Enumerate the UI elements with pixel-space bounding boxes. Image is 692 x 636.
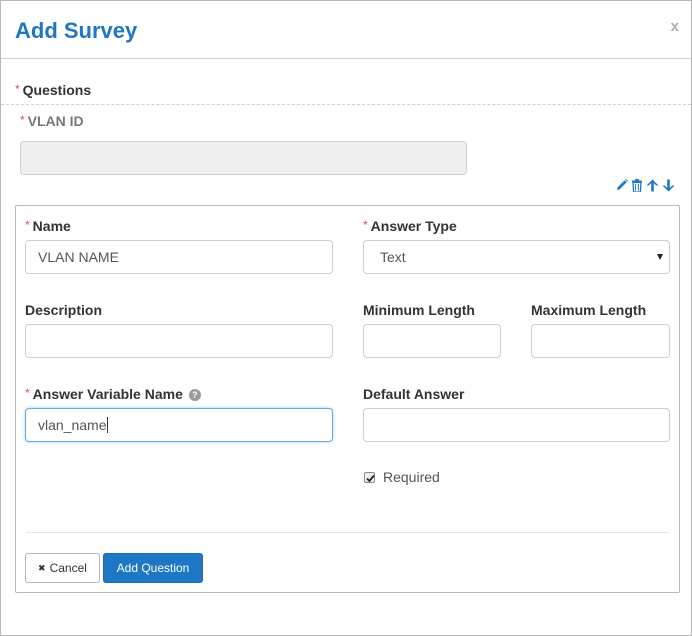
existing-question-preview-input: [20, 141, 467, 175]
panel-divider: [26, 532, 669, 533]
answer-type-select[interactable]: Text: [363, 240, 670, 274]
required-star: *: [15, 82, 20, 96]
existing-question-name: VLAN ID: [27, 113, 84, 129]
add-question-button-label: Add Question: [116, 561, 190, 575]
add-question-button[interactable]: Add Question: [103, 553, 203, 583]
caret-down-icon: [657, 254, 663, 260]
description-input[interactable]: [25, 324, 333, 358]
checkmark-icon: [366, 474, 375, 483]
answer-type-label-text: Answer Type: [370, 218, 457, 234]
answer-variable-name-value: vlan_name: [38, 417, 107, 433]
answer-variable-name-input[interactable]: vlan_name: [25, 408, 333, 442]
close-button[interactable]: x: [671, 18, 679, 35]
questions-label: Questions: [22, 82, 92, 98]
name-label: * Name: [25, 218, 71, 234]
required-star: *: [25, 386, 30, 400]
text-cursor: [106, 417, 108, 433]
help-icon[interactable]: ?: [188, 389, 201, 401]
answer-type-label: * Answer Type: [363, 218, 457, 234]
name-label-text: Name: [32, 218, 71, 234]
default-answer-input[interactable]: [363, 408, 670, 442]
default-answer-label: Default Answer: [363, 386, 465, 402]
section-divider: [1, 104, 691, 105]
required-checkbox[interactable]: [364, 472, 375, 483]
required-checkbox-label: Required: [383, 469, 440, 485]
answer-type-selected-value: Text: [380, 249, 406, 265]
existing-question-label: * VLAN ID: [20, 113, 84, 129]
add-survey-modal: Add Survey x *Questions *VLAN ID *Name *…: [0, 0, 692, 636]
modal-header: Add Survey x: [1, 1, 691, 59]
name-input[interactable]: [25, 240, 333, 274]
question-editor-panel: *Name *Answer Type Text Description Mini…: [15, 205, 680, 593]
required-star: *: [363, 218, 368, 232]
maximum-length-input[interactable]: [531, 324, 670, 358]
arrow-up-icon[interactable]: [646, 179, 659, 192]
maximum-length-label: Maximum Length: [531, 302, 647, 318]
required-star: *: [25, 218, 30, 232]
required-star: *: [20, 113, 25, 127]
cancel-button[interactable]: ✖ Cancel: [25, 553, 100, 583]
answer-variable-name-label-text: Answer Variable Name: [32, 386, 183, 402]
answer-variable-name-label: * Answer Variable Name?: [25, 386, 201, 402]
pencil-icon[interactable]: [616, 179, 628, 191]
arrow-down-icon[interactable]: [662, 179, 675, 192]
question-actions: [616, 178, 675, 192]
close-icon: ✖: [38, 562, 46, 573]
questions-heading: * Questions: [15, 82, 91, 98]
minimum-length-label: Minimum Length: [363, 302, 475, 318]
cancel-button-label: Cancel: [49, 561, 87, 575]
trash-icon[interactable]: [631, 178, 643, 192]
minimum-length-input[interactable]: [363, 324, 501, 358]
modal-title: Add Survey: [15, 18, 138, 43]
description-label: Description: [25, 302, 103, 318]
